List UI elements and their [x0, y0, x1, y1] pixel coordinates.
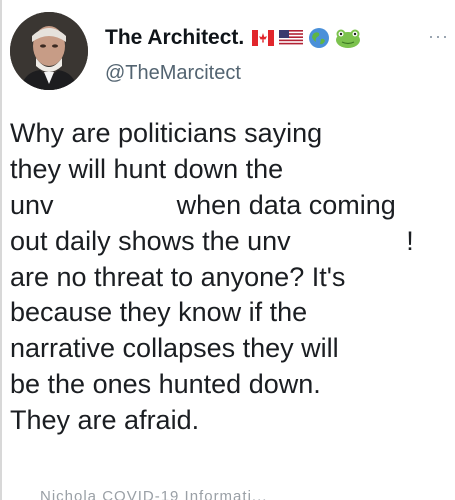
profile-emoji-row: [252, 27, 361, 49]
avatar-portrait: [10, 12, 88, 90]
tweet-line: because they know if the: [10, 297, 308, 328]
tweet-line-fragment: unv: [10, 189, 54, 220]
author-name-row[interactable]: The Architect.: [105, 26, 361, 50]
tweet-line: be the ones hunted down.: [10, 369, 321, 400]
tweet-line-fragment: !: [406, 225, 414, 256]
tweet-line-fragment: when data coming: [176, 189, 396, 220]
tweet-line: Why are politicians saying: [10, 118, 323, 148]
more-options-button[interactable]: ···: [428, 26, 449, 47]
canada-flag-icon: [252, 30, 275, 46]
footer-faded-text: Nichola COVID-19 Informati...: [40, 488, 268, 500]
frog-icon: [336, 29, 361, 48]
tweet-line: narrative collapses they will: [10, 333, 339, 364]
tweet-text: Why are politicians saying they will hun…: [10, 116, 450, 439]
image-edge: [0, 0, 2, 500]
tweet-line: are no threat to anyone? It's: [10, 261, 346, 292]
tweet-line-fragment: out daily shows the unv: [10, 225, 291, 256]
redacted-word: accinated: [290, 225, 407, 256]
tweet-line: out daily shows the unvaccinated!: [10, 224, 450, 260]
tweet-line: They are afraid.: [10, 405, 200, 436]
tweet-line: unvaccinated when data coming: [10, 188, 450, 224]
author-name[interactable]: The Architect.: [105, 26, 244, 50]
usa-flag-icon: [279, 30, 304, 46]
author-handle[interactable]: @TheMarcitect: [105, 62, 241, 85]
redacted-word: accinated: [53, 189, 170, 220]
tweet-line: they will hunt down the: [10, 153, 284, 184]
avatar[interactable]: [10, 12, 88, 90]
globe-icon: [309, 28, 330, 48]
cropped-footer: Nichola COVID-19 Informati...: [0, 478, 455, 500]
